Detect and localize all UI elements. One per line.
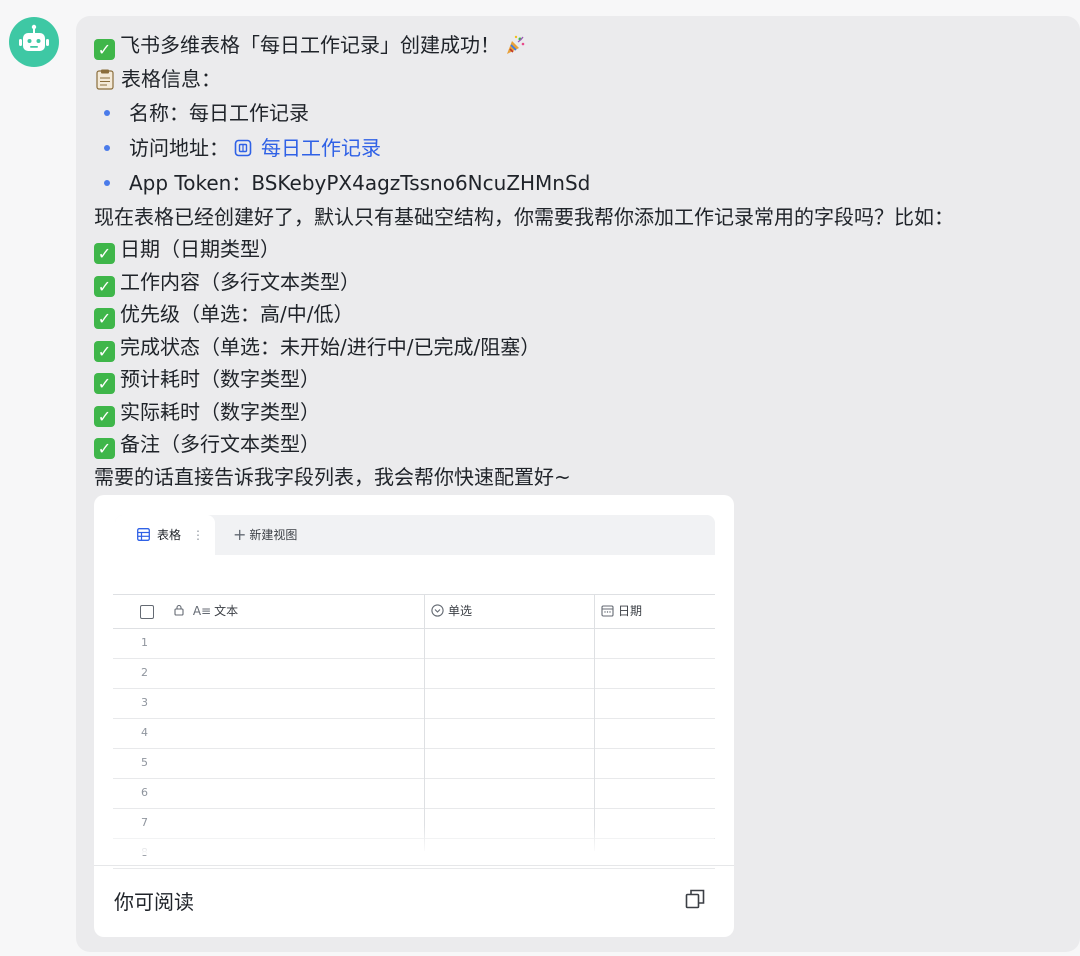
column-label: 日期 xyxy=(618,604,643,618)
column-header-single-select[interactable]: 单选 xyxy=(431,595,472,628)
table-row[interactable]: 2 xyxy=(113,658,715,689)
view-tab-bar: 表格 ⋮ + 新建视图 xyxy=(115,515,715,555)
table-header-row: A≡ 文本 单选 日期 xyxy=(113,594,715,629)
bullet-dot xyxy=(104,109,110,116)
plus-icon: + xyxy=(233,525,247,544)
tab-table[interactable]: 表格 ⋮ xyxy=(115,515,215,555)
column-header-date[interactable]: 日期 xyxy=(601,595,642,628)
card-footer: 你可阅读 xyxy=(94,865,734,937)
check-icon: ✓ xyxy=(94,438,115,459)
check-icon: ✓ xyxy=(94,39,115,60)
check-icon: ✓ xyxy=(94,405,115,427)
column-header-text[interactable]: A≡ 文本 xyxy=(173,595,238,628)
check-icon: ✓ xyxy=(94,308,115,329)
card-footer-title: 你可阅读 xyxy=(114,890,194,914)
robot-icon xyxy=(19,24,49,51)
lock-icon xyxy=(174,604,184,616)
table-grid: A≡ 文本 单选 日期 1 2 3 4 5 6 7 xyxy=(113,594,715,869)
check-icon: ✓ xyxy=(94,373,115,394)
party-popper-icon xyxy=(507,35,525,54)
closing-text: 需要的话直接告诉我字段列表，我会帮你快速配置好~ xyxy=(94,464,571,489)
field-item: ✓ 完成状态（单选：未开始/进行中/已完成/阻塞） xyxy=(94,331,1080,364)
text-type-icon: A≡ xyxy=(192,604,212,618)
grid-icon xyxy=(137,528,150,541)
message-bubble: ✓ 飞书多维表格「每日工作记录」创建成功！ 表格信息： 名称：每日工作记录 访问… xyxy=(76,16,1080,952)
token-label: App Token： xyxy=(129,170,252,195)
column-divider xyxy=(594,594,595,851)
table-row[interactable]: 1 xyxy=(113,628,715,659)
row-number: 5 xyxy=(141,756,148,769)
tab-table-label: 表格 xyxy=(157,528,182,542)
calendar-icon xyxy=(601,605,614,617)
copy-icon[interactable] xyxy=(684,888,706,910)
url-label: 访问地址： xyxy=(129,135,229,160)
field-label: 工作内容（多行文本类型） xyxy=(120,269,360,294)
more-icon[interactable]: ⋮ xyxy=(192,515,204,555)
single-select-icon xyxy=(431,604,444,617)
field-item: ✓ 实际耗时（数字类型） xyxy=(94,396,1080,429)
token-value: BSKebyPX4agzTssno6NcuZHMnSd xyxy=(251,170,591,195)
table-fade xyxy=(94,825,714,855)
bot-avatar[interactable] xyxy=(9,17,59,67)
base-doc-icon xyxy=(234,139,252,156)
column-label: 文本 xyxy=(214,604,239,618)
check-icon: ✓ xyxy=(94,340,115,362)
table-row[interactable]: 3 xyxy=(113,688,715,719)
info-name-item: 名称：每日工作记录 xyxy=(94,96,1080,131)
question-text: 现在表格已经创建好了，默认只有基础空结构，你需要我帮你添加工作记录常用的字段吗？… xyxy=(94,204,954,229)
new-view-label: 新建视图 xyxy=(249,528,298,542)
row-number: 3 xyxy=(141,696,148,709)
field-label: 预计耗时（数字类型） xyxy=(120,367,320,391)
message-title-line: ✓ 飞书多维表格「每日工作记录」创建成功！ xyxy=(94,28,1080,63)
chat-page: ✓ 飞书多维表格「每日工作记录」创建成功！ 表格信息： 名称：每日工作记录 访问… xyxy=(0,0,1080,956)
name-label: 名称： xyxy=(129,100,189,125)
check-icon: ✓ xyxy=(94,243,115,264)
table-row[interactable]: 6 xyxy=(113,778,715,809)
field-item: ✓ 优先级（单选：高/中/低） xyxy=(94,298,1080,331)
info-url-item: 访问地址： 每日工作记录 xyxy=(94,131,1080,166)
field-item: ✓ 预计耗时（数字类型） xyxy=(94,363,1080,396)
info-token-item: App Token：BSKebyPX4agzTssno6NcuZHMnSd xyxy=(94,166,1080,201)
clipboard-icon xyxy=(96,69,114,90)
name-value: 每日工作记录 xyxy=(189,100,309,125)
base-preview-card[interactable]: 表格 ⋮ + 新建视图 A≡ 文本 单选 日期 1 2 3 4 5 6 7 你可… xyxy=(94,495,734,937)
check-icon: ✓ xyxy=(94,275,115,297)
info-heading-line: 表格信息： xyxy=(94,63,1080,96)
table-row[interactable]: 5 xyxy=(113,748,715,779)
bullet-dot xyxy=(104,179,110,186)
field-label: 优先级（单选：高/中/低） xyxy=(120,302,354,326)
field-label: 完成状态（单选：未开始/进行中/已完成/阻塞） xyxy=(120,334,541,359)
row-number: 2 xyxy=(141,666,148,679)
column-label: 单选 xyxy=(448,604,473,618)
message-title: 飞书多维表格「每日工作记录」创建成功！ xyxy=(120,33,500,57)
info-heading: 表格信息： xyxy=(121,67,221,91)
field-label: 日期（日期类型） xyxy=(120,237,280,261)
select-all-checkbox[interactable] xyxy=(140,605,154,619)
message-body: ✓ 飞书多维表格「每日工作记录」创建成功！ 表格信息： 名称：每日工作记录 访问… xyxy=(94,28,1080,493)
new-view-button[interactable]: + 新建视图 xyxy=(233,515,297,555)
row-number: 1 xyxy=(141,636,148,649)
table-link[interactable]: 每日工作记录 xyxy=(261,136,381,160)
column-divider xyxy=(424,594,425,851)
field-item: ✓ 备注（多行文本类型） xyxy=(94,428,1080,461)
row-number: 4 xyxy=(141,726,148,739)
row-number: 6 xyxy=(141,786,148,799)
bullet-dot xyxy=(104,144,110,151)
table-row[interactable]: 4 xyxy=(113,718,715,749)
field-label: 备注（多行文本类型） xyxy=(120,432,320,456)
field-label: 实际耗时（数字类型） xyxy=(120,399,320,424)
field-item: ✓ 日期（日期类型） xyxy=(94,233,1080,266)
field-item: ✓ 工作内容（多行文本类型） xyxy=(94,266,1080,299)
